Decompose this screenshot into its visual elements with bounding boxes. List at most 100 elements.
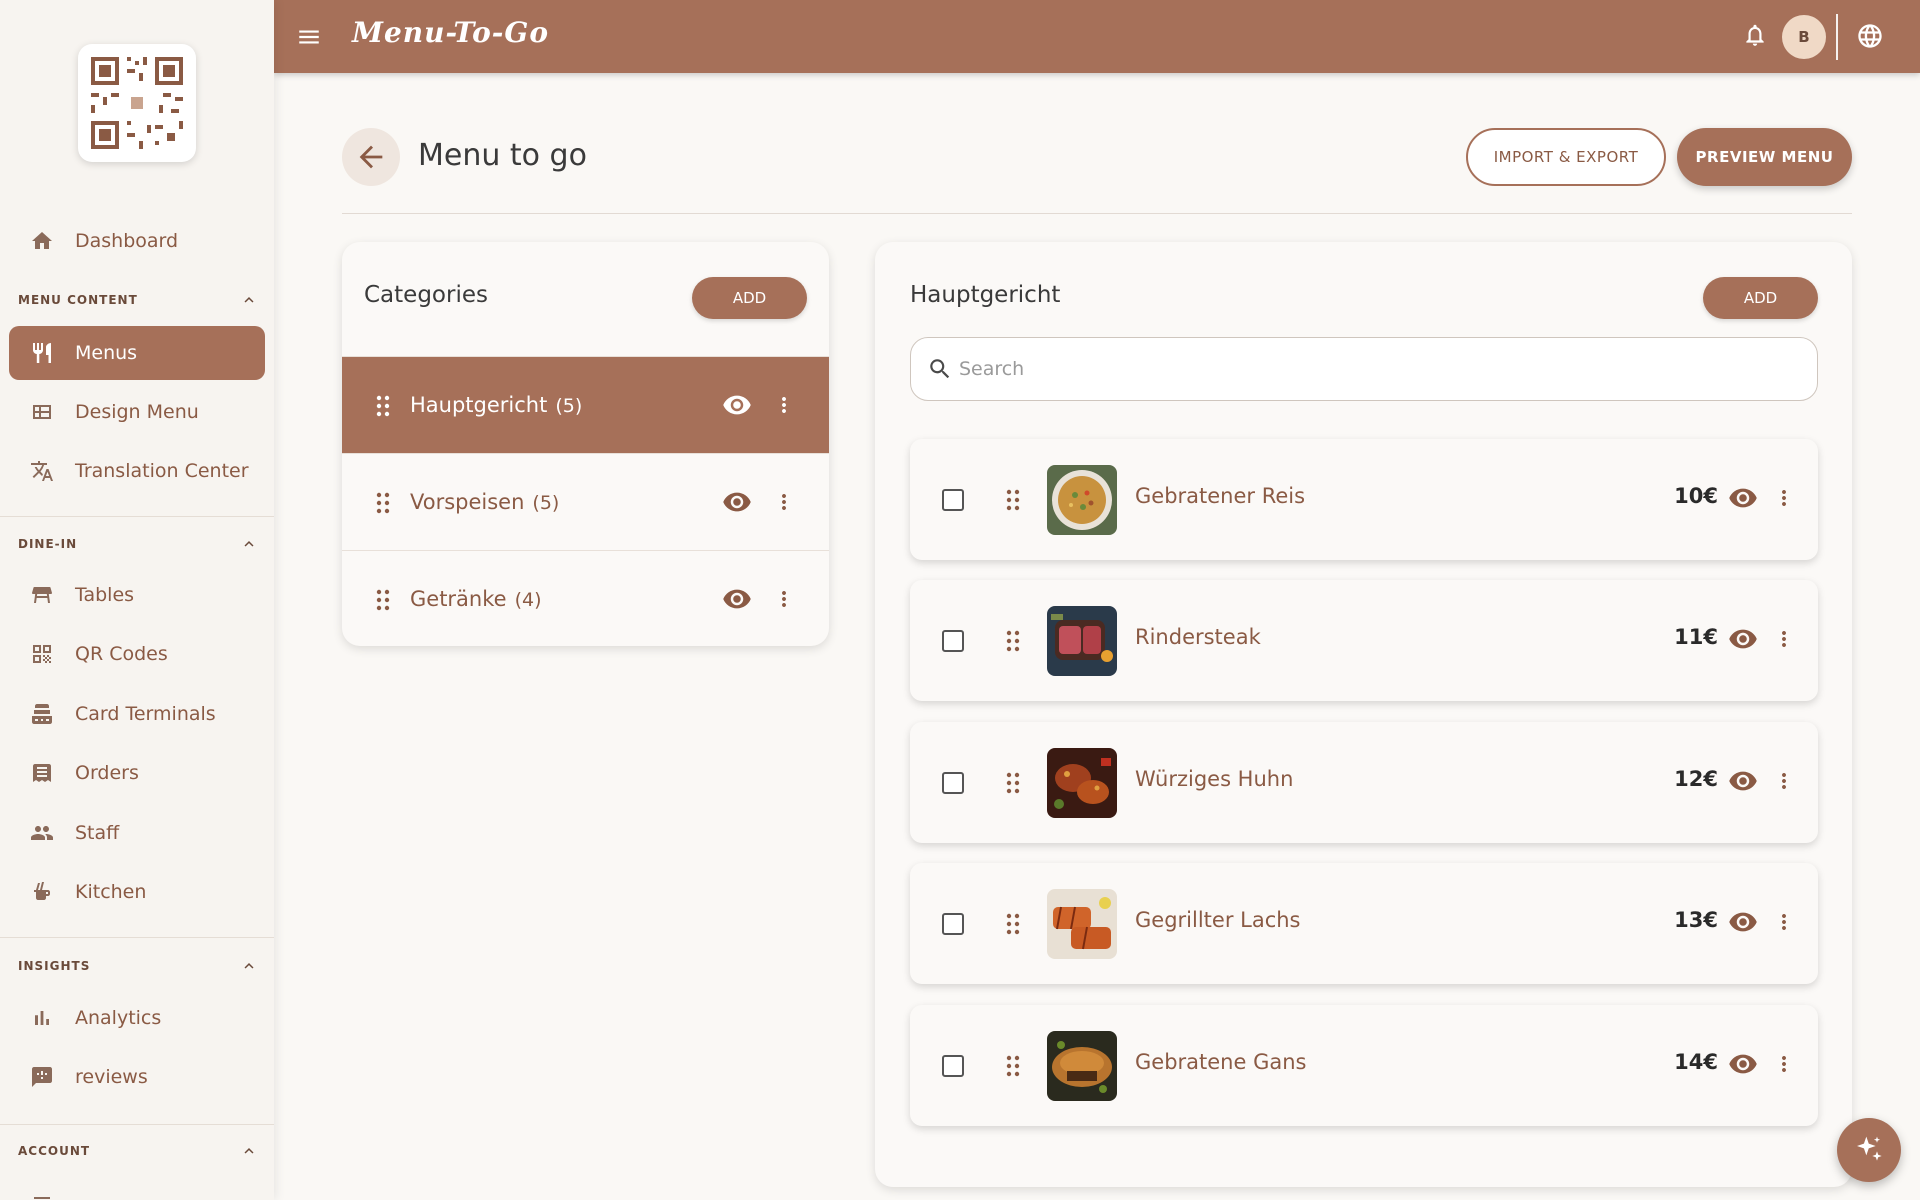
menu-item-card[interactable]: Gegrillter Lachs 13€ <box>910 863 1818 984</box>
globe-icon <box>1858 24 1882 48</box>
menu-item-card[interactable]: Gebratene Gans 14€ <box>910 1005 1818 1126</box>
section-insights[interactable]: INSIGHTS <box>18 957 258 975</box>
add-item-button[interactable]: ADD <box>1703 277 1818 319</box>
notifications-button[interactable] <box>1742 22 1770 50</box>
bell-icon <box>1746 24 1764 46</box>
preview-menu-button[interactable]: PREVIEW MENU <box>1677 128 1852 186</box>
item-thumbnail <box>1047 889 1117 959</box>
add-category-button[interactable]: ADD <box>692 277 807 319</box>
brand-logo[interactable]: Menu-To-Go <box>352 16 549 49</box>
chevron-up-icon <box>244 1148 254 1154</box>
more-vertical-icon[interactable] <box>1772 907 1796 937</box>
people-icon <box>29 820 55 846</box>
category-row[interactable]: Getränke (4) <box>342 550 829 646</box>
menu-item-card[interactable]: Rindersteak 11€ <box>910 580 1818 701</box>
menu-item-card[interactable]: Gebratener Reis 10€ <box>910 439 1818 560</box>
item-price: 10€ <box>1674 484 1718 508</box>
home-icon <box>29 228 55 254</box>
ai-assistant-button[interactable] <box>1837 1118 1901 1182</box>
more-vertical-icon[interactable] <box>1772 624 1796 654</box>
item-checkbox[interactable] <box>942 913 964 935</box>
eye-icon[interactable] <box>722 584 752 614</box>
category-name: Vorspeisen (5) <box>410 490 560 514</box>
item-name: Gebratener Reis <box>1135 484 1306 508</box>
category-name: Hauptgericht (5) <box>410 393 583 417</box>
search-input[interactable] <box>958 358 1817 380</box>
import-export-button[interactable]: IMPORT & EXPORT <box>1466 128 1666 186</box>
more-vertical-icon[interactable] <box>772 390 796 420</box>
drag-handle-icon[interactable] <box>376 492 390 514</box>
sidebar-item-tables[interactable]: Tables <box>9 568 265 622</box>
more-vertical-icon[interactable] <box>1772 766 1796 796</box>
store-icon <box>29 1192 55 1200</box>
drag-handle-icon[interactable] <box>1006 913 1020 935</box>
sidebar-item-analytics[interactable]: Analytics <box>9 991 265 1045</box>
chevron-up-icon <box>244 297 254 303</box>
drag-handle-icon[interactable] <box>1006 630 1020 652</box>
sidebar-item-reviews[interactable]: reviews <box>9 1050 265 1104</box>
sidebar-item-dashboard[interactable]: Dashboard <box>9 214 265 268</box>
section-menu-content[interactable]: MENU CONTENT <box>18 291 258 309</box>
item-price: 11€ <box>1674 625 1718 649</box>
drag-handle-icon[interactable] <box>376 589 390 611</box>
section-dine-in[interactable]: DINE-IN <box>18 535 258 553</box>
section-account[interactable]: ACCOUNT <box>18 1142 258 1160</box>
chevron-up-icon <box>244 963 254 969</box>
drag-handle-icon[interactable] <box>1006 1055 1020 1077</box>
item-checkbox[interactable] <box>942 1055 964 1077</box>
more-vertical-icon[interactable] <box>1772 483 1796 513</box>
drag-handle-icon[interactable] <box>376 395 390 417</box>
eye-icon[interactable] <box>1728 907 1758 937</box>
translate-icon <box>29 458 55 484</box>
sidebar-item-qr-codes[interactable]: QR Codes <box>9 627 265 681</box>
sidebar-item-staff[interactable]: Staff <box>9 806 265 860</box>
menu-item-card[interactable]: Würziges Huhn 12€ <box>910 722 1818 843</box>
divider <box>1836 14 1838 60</box>
sidebar-item-card-terminals[interactable]: Card Terminals <box>9 687 265 741</box>
eye-icon[interactable] <box>722 390 752 420</box>
categories-title: Categories <box>364 282 488 308</box>
drag-handle-icon[interactable] <box>1006 489 1020 511</box>
menu-toggle-button[interactable] <box>296 24 322 50</box>
back-button[interactable] <box>342 128 400 186</box>
qr-logo[interactable] <box>78 44 196 162</box>
category-row[interactable]: Vorspeisen (5) <box>342 453 829 550</box>
fried-rice-image <box>1047 465 1117 535</box>
divider <box>0 1124 274 1125</box>
more-vertical-icon[interactable] <box>1772 1049 1796 1079</box>
sidebar-item-translation-center[interactable]: Translation Center <box>9 444 265 498</box>
sidebar-item-account-partial[interactable] <box>9 1178 265 1200</box>
cutlery-icon <box>29 340 55 366</box>
avatar[interactable]: B <box>1782 15 1826 59</box>
hamburger-icon <box>299 30 319 44</box>
table-icon <box>29 582 55 608</box>
eye-icon[interactable] <box>1728 483 1758 513</box>
sidebar-item-menus[interactable]: Menus <box>9 326 265 380</box>
item-checkbox[interactable] <box>942 630 964 652</box>
items-panel: Hauptgericht ADD Gebratener Reis 10€ Rin… <box>875 242 1852 1187</box>
language-button[interactable] <box>1856 22 1884 50</box>
item-thumbnail <box>1047 748 1117 818</box>
eye-icon[interactable] <box>1728 1049 1758 1079</box>
eye-icon[interactable] <box>722 487 752 517</box>
sidebar-item-kitchen[interactable]: Kitchen <box>9 865 265 919</box>
sidebar-item-design-menu[interactable]: Design Menu <box>9 385 265 439</box>
drag-handle-icon[interactable] <box>1006 772 1020 794</box>
sidebar-item-orders[interactable]: Orders <box>9 746 265 800</box>
eye-icon[interactable] <box>1728 624 1758 654</box>
more-vertical-icon[interactable] <box>772 487 796 517</box>
item-thumbnail <box>1047 606 1117 676</box>
search-box <box>910 337 1818 401</box>
divider <box>342 213 1852 214</box>
arrow-left-icon <box>359 145 383 169</box>
category-name: Getränke (4) <box>410 587 542 611</box>
sidebar: Dashboard MENU CONTENT Menus Design Menu… <box>0 0 274 1200</box>
review-icon <box>29 1064 55 1090</box>
eye-icon[interactable] <box>1728 766 1758 796</box>
roast-goose-image <box>1047 1031 1117 1101</box>
item-checkbox[interactable] <box>942 772 964 794</box>
category-row[interactable]: Hauptgericht (5) <box>342 356 829 453</box>
item-checkbox[interactable] <box>942 489 964 511</box>
spicy-chicken-image <box>1047 748 1117 818</box>
more-vertical-icon[interactable] <box>772 584 796 614</box>
